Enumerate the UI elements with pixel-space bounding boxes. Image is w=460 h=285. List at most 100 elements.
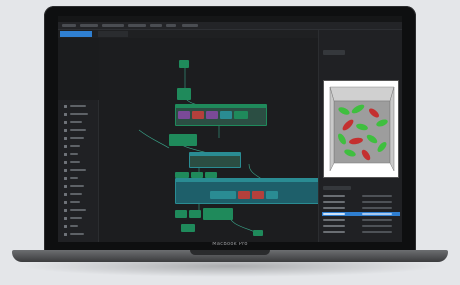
node-icon — [64, 217, 67, 220]
node-icon — [64, 225, 67, 228]
library-item-label — [70, 121, 82, 123]
library-item-label — [70, 225, 78, 227]
library-item[interactable] — [64, 120, 94, 125]
property-value — [362, 207, 392, 209]
library-item-label — [70, 209, 86, 211]
toolbar-button[interactable] — [150, 24, 162, 27]
library-item-label — [70, 129, 86, 131]
editor-tab[interactable] — [98, 31, 128, 37]
property-key — [323, 207, 345, 209]
library-item[interactable] — [64, 168, 94, 173]
property-row[interactable] — [322, 224, 400, 228]
library-item[interactable] — [64, 128, 94, 133]
library-item-label — [70, 113, 88, 115]
graph-node[interactable] — [210, 191, 236, 199]
toolbar-button[interactable] — [182, 24, 198, 27]
library-item[interactable] — [64, 112, 94, 117]
property-key — [323, 231, 345, 233]
property-row[interactable] — [322, 206, 400, 210]
library-item-label — [70, 105, 86, 107]
toolbar-button[interactable] — [62, 24, 76, 27]
property-key — [323, 195, 345, 197]
inspector-panel — [318, 30, 402, 242]
editor-tab-bar — [58, 30, 318, 38]
toolbar-button[interactable] — [80, 24, 98, 27]
graph-node[interactable] — [177, 88, 191, 100]
node-header — [176, 179, 324, 182]
library-item[interactable] — [64, 144, 94, 149]
node-graph-canvas[interactable] — [99, 38, 325, 242]
library-item-label — [70, 185, 84, 187]
graph-node[interactable] — [206, 111, 218, 119]
node-icon — [64, 113, 67, 116]
library-item[interactable] — [64, 200, 94, 205]
property-value — [362, 201, 392, 203]
node-icon — [64, 121, 67, 124]
property-row[interactable] — [322, 200, 400, 204]
library-item-label — [70, 161, 80, 163]
node-icon — [64, 169, 67, 172]
library-item-label — [70, 169, 86, 171]
laptop-notch — [190, 250, 270, 255]
property-value — [362, 231, 392, 233]
app-screen: File Edit View Window Graph Tools Help — [58, 16, 402, 242]
library-item-label — [70, 201, 80, 203]
node-icon — [64, 209, 67, 212]
library-item[interactable] — [64, 160, 94, 165]
preview-scene — [324, 81, 398, 177]
property-key — [323, 213, 345, 215]
library-item[interactable] — [64, 184, 94, 189]
library-item-label — [70, 217, 82, 219]
property-row[interactable] — [322, 194, 400, 198]
library-item[interactable] — [64, 136, 94, 141]
graph-node[interactable] — [189, 210, 201, 218]
node-icon — [64, 153, 67, 156]
library-item[interactable] — [64, 224, 94, 229]
graph-node-group[interactable] — [175, 104, 267, 126]
node-icon — [64, 161, 67, 164]
property-row[interactable] — [322, 218, 400, 222]
property-value — [362, 213, 392, 215]
graph-node[interactable] — [252, 191, 264, 199]
graph-node[interactable] — [266, 191, 278, 199]
library-item-label — [70, 193, 82, 195]
graph-node[interactable] — [234, 111, 248, 119]
node-icon — [64, 145, 67, 148]
graph-node[interactable] — [178, 111, 190, 119]
inspector-tab[interactable] — [323, 186, 351, 190]
library-item[interactable] — [64, 176, 94, 181]
graph-node[interactable] — [181, 224, 195, 232]
property-row[interactable] — [322, 230, 400, 234]
library-item[interactable] — [64, 152, 94, 157]
library-item[interactable] — [64, 208, 94, 213]
editor-tab-active[interactable] — [60, 31, 92, 37]
graph-node[interactable] — [192, 111, 204, 119]
library-item[interactable] — [64, 192, 94, 197]
graph-node[interactable] — [169, 134, 197, 146]
graph-node[interactable] — [203, 208, 233, 220]
library-item-label — [70, 137, 84, 139]
property-row-selected[interactable] — [322, 212, 400, 216]
toolbar-button[interactable] — [166, 24, 176, 27]
node-icon — [64, 193, 67, 196]
node-icon — [64, 201, 67, 204]
library-item[interactable] — [64, 216, 94, 221]
3d-preview-viewport[interactable] — [323, 80, 399, 178]
library-item[interactable] — [64, 232, 94, 237]
graph-node[interactable] — [175, 210, 187, 218]
graph-node[interactable] — [220, 111, 232, 119]
inspector-title-placeholder — [323, 50, 345, 55]
graph-node[interactable] — [238, 191, 250, 199]
node-library-panel — [58, 100, 99, 242]
node-icon — [64, 177, 67, 180]
graph-node-group-large[interactable] — [175, 178, 325, 204]
node-icon — [64, 185, 67, 188]
graph-node-group[interactable] — [189, 152, 241, 168]
toolbar-button[interactable] — [128, 24, 146, 27]
graph-node[interactable] — [253, 230, 263, 236]
toolbar-button[interactable] — [102, 24, 124, 27]
graph-node[interactable] — [179, 60, 189, 68]
library-item[interactable] — [64, 104, 94, 109]
node-header — [176, 105, 266, 108]
property-value — [362, 225, 392, 227]
